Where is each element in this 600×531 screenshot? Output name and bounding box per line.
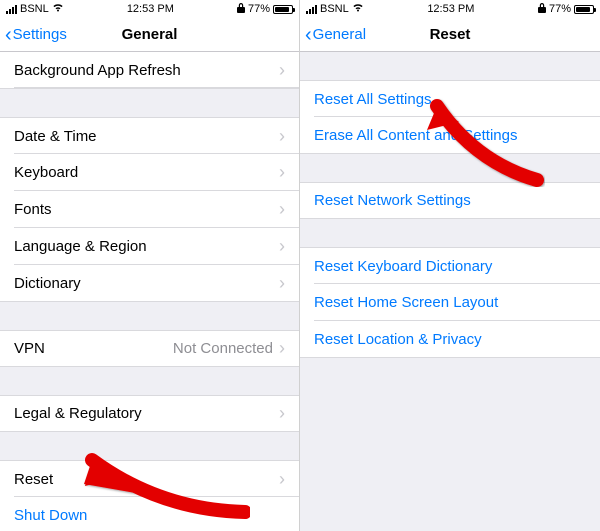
chevron-left-icon: ‹ — [5, 25, 12, 45]
phone-general: BSNL 12:53 PM 77% ‹ Settings General Bac… — [0, 0, 300, 531]
settings-list: Background App Refresh › Date & Time › K… — [0, 52, 299, 531]
row-shut-down[interactable]: Shut Down — [0, 497, 299, 531]
chevron-right-icon: › — [279, 236, 285, 257]
row-fonts[interactable]: Fonts › — [0, 191, 299, 228]
row-erase-all-content[interactable]: Erase All Content and Settings — [300, 117, 600, 154]
row-reset-network-settings[interactable]: Reset Network Settings — [300, 182, 600, 219]
battery-pct: 77% — [248, 3, 270, 15]
row-dictionary[interactable]: Dictionary › — [0, 265, 299, 302]
chevron-right-icon: › — [279, 403, 285, 424]
carrier-label: BSNL — [320, 3, 349, 15]
phone-reset: BSNL 12:53 PM 77% ‹ General Reset Reset … — [300, 0, 600, 531]
chevron-right-icon: › — [279, 60, 285, 81]
chevron-right-icon: › — [279, 126, 285, 147]
row-keyboard[interactable]: Keyboard › — [0, 154, 299, 191]
row-reset-home-screen[interactable]: Reset Home Screen Layout — [300, 284, 600, 321]
back-button[interactable]: ‹ General — [300, 25, 366, 45]
chevron-right-icon: › — [279, 469, 285, 490]
back-label: Settings — [13, 26, 67, 43]
nav-bar: ‹ General Reset — [300, 18, 600, 52]
wifi-icon — [52, 3, 64, 15]
lock-icon — [237, 3, 245, 16]
row-background-app-refresh[interactable]: Background App Refresh › — [0, 52, 299, 89]
row-reset-all-settings[interactable]: Reset All Settings — [300, 80, 600, 117]
row-reset-location-privacy[interactable]: Reset Location & Privacy — [300, 321, 600, 358]
row-vpn[interactable]: VPN Not Connected › — [0, 330, 299, 367]
back-label: General — [313, 26, 366, 43]
chevron-right-icon: › — [279, 338, 285, 359]
row-reset[interactable]: Reset › — [0, 460, 299, 497]
status-bar: BSNL 12:53 PM 77% — [300, 0, 600, 18]
row-language-region[interactable]: Language & Region › — [0, 228, 299, 265]
chevron-right-icon: › — [279, 199, 285, 220]
status-bar: BSNL 12:53 PM 77% — [0, 0, 299, 18]
vpn-status: Not Connected — [173, 340, 273, 357]
signal-icon — [6, 5, 17, 14]
battery-pct: 77% — [549, 3, 571, 15]
row-reset-keyboard-dictionary[interactable]: Reset Keyboard Dictionary — [300, 247, 600, 284]
row-date-time[interactable]: Date & Time › — [0, 117, 299, 154]
reset-list: Reset All Settings Erase All Content and… — [300, 52, 600, 531]
clock: 12:53 PM — [127, 3, 174, 15]
battery-icon — [273, 5, 293, 14]
clock: 12:53 PM — [427, 3, 474, 15]
row-legal-regulatory[interactable]: Legal & Regulatory › — [0, 395, 299, 432]
nav-bar: ‹ Settings General — [0, 18, 299, 52]
carrier-label: BSNL — [20, 3, 49, 15]
chevron-right-icon: › — [279, 273, 285, 294]
battery-icon — [574, 5, 594, 14]
lock-icon — [538, 3, 546, 16]
back-button[interactable]: ‹ Settings — [0, 25, 67, 45]
chevron-right-icon: › — [279, 162, 285, 183]
signal-icon — [306, 5, 317, 14]
wifi-icon — [352, 3, 364, 15]
chevron-left-icon: ‹ — [305, 25, 312, 45]
